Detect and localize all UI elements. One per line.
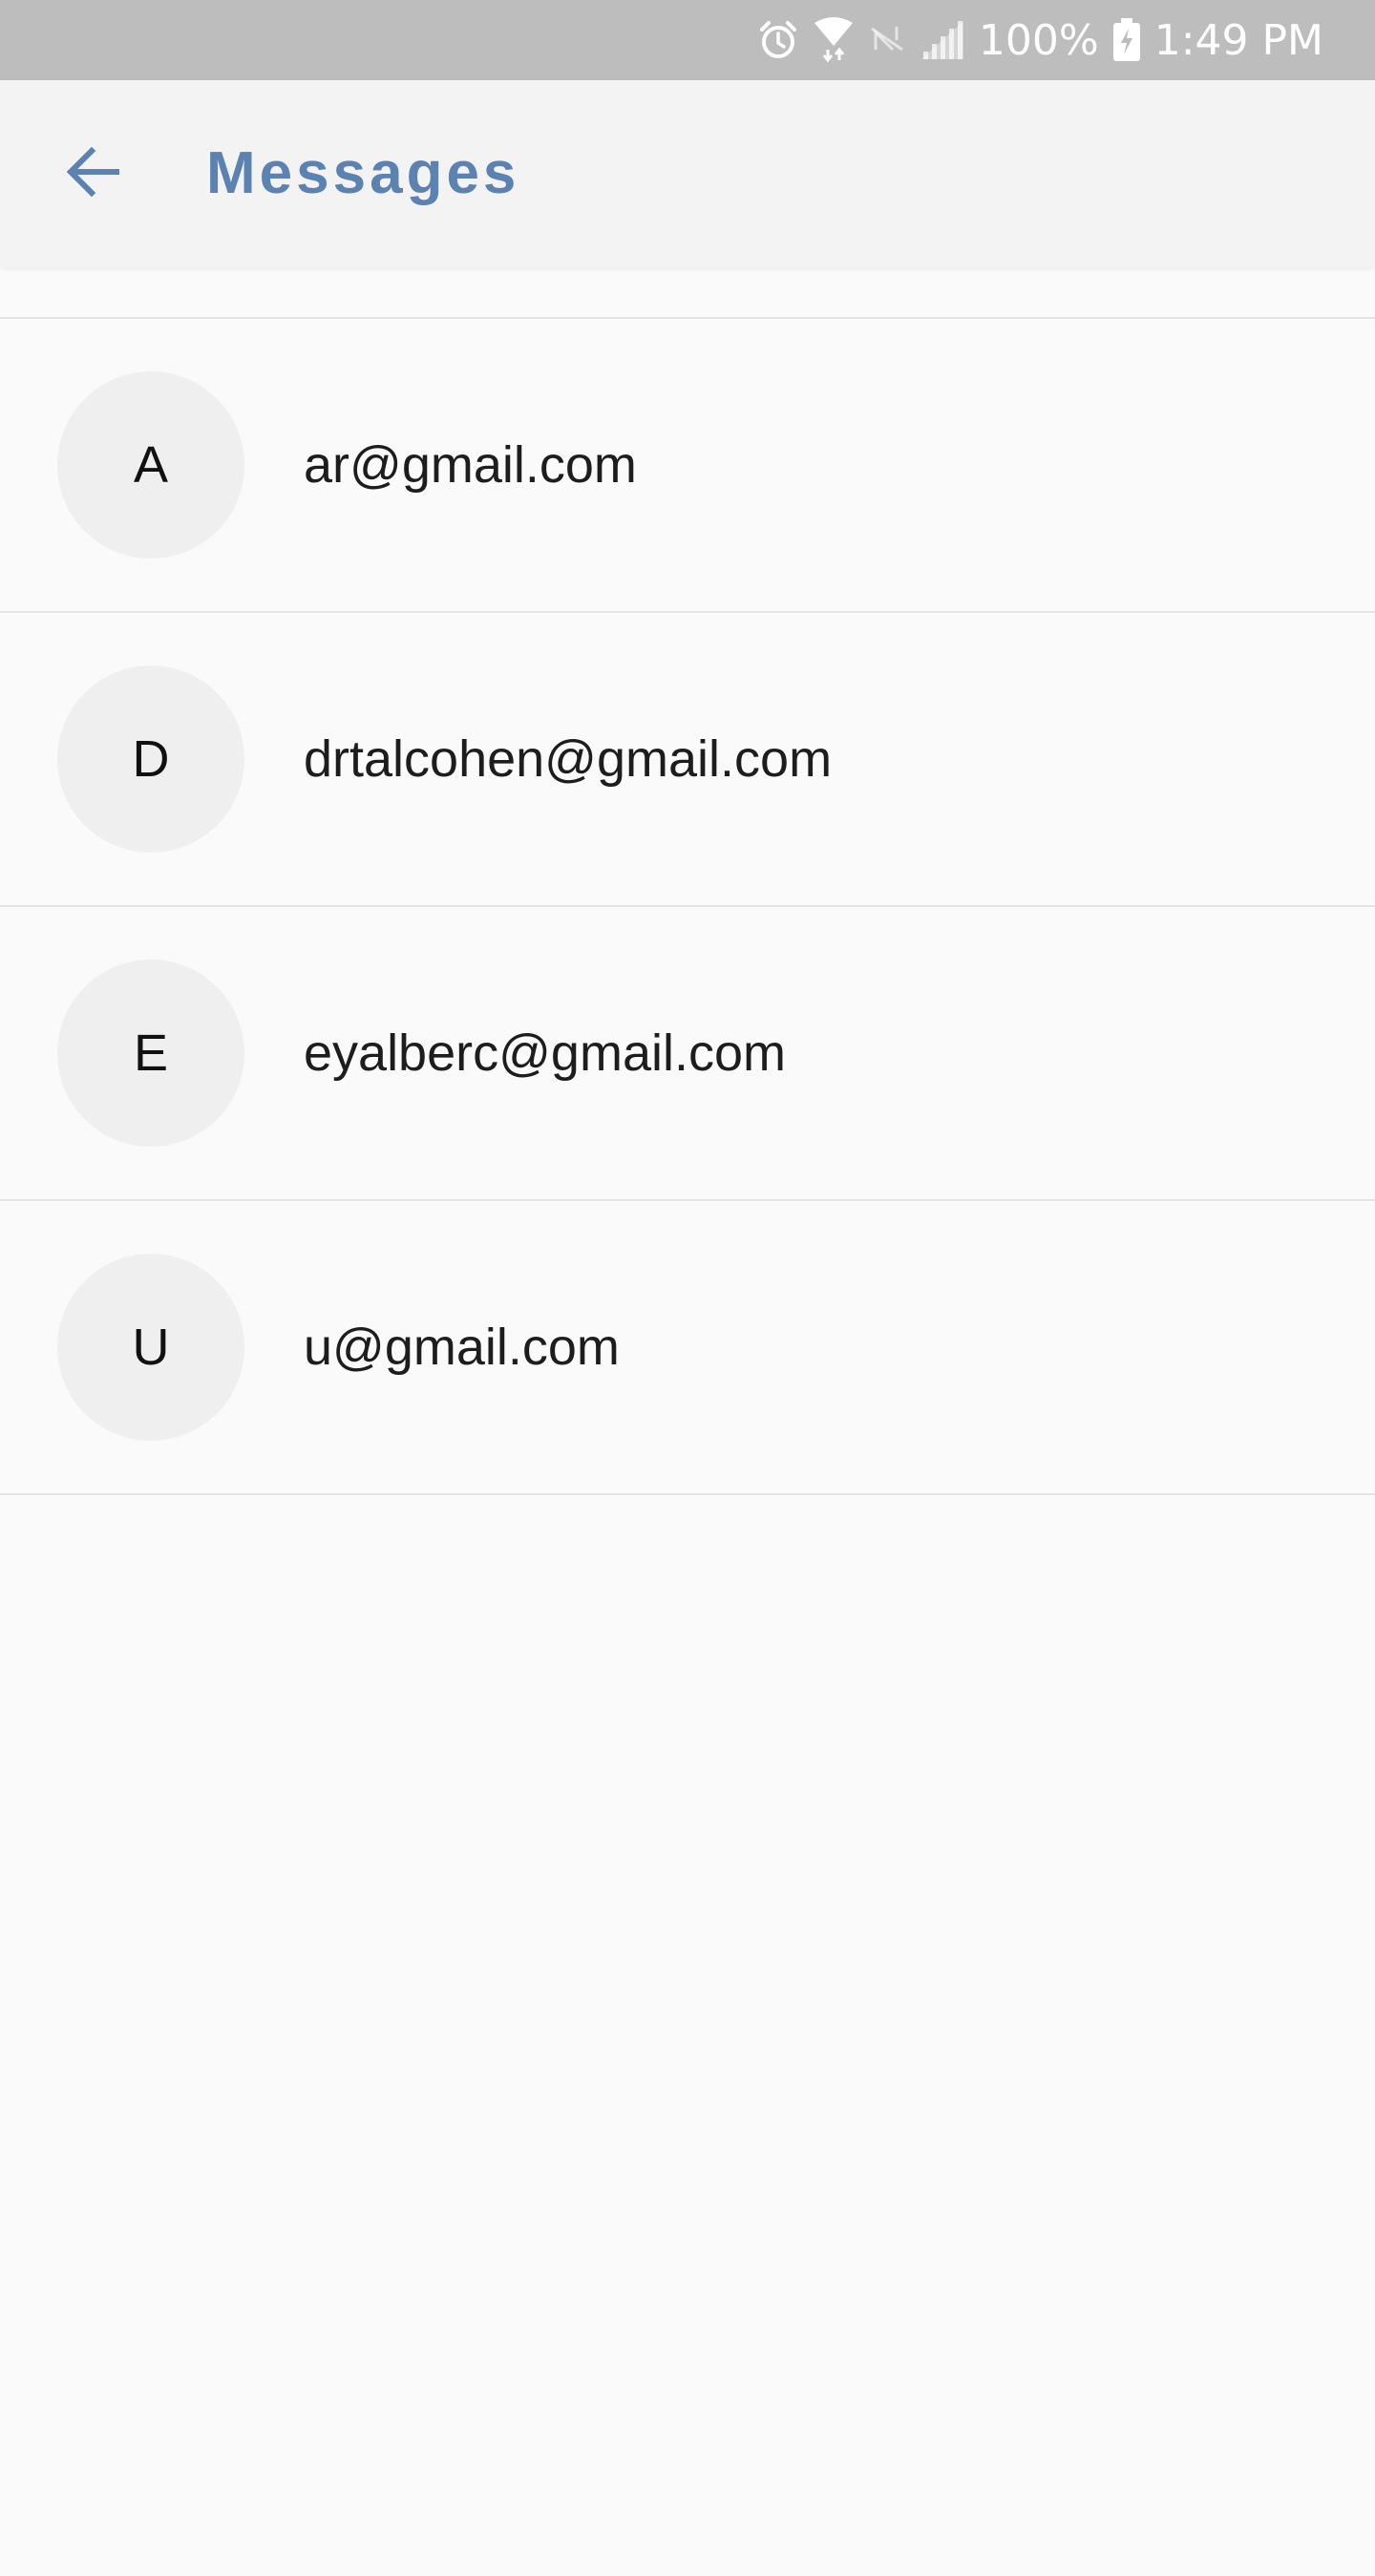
avatar: E	[57, 960, 244, 1147]
no-signal-icon	[868, 21, 906, 59]
conversation-email: u@gmail.com	[304, 1319, 620, 1376]
page-title: Messages	[206, 140, 520, 206]
conversation-email: drtalcohen@gmail.com	[304, 730, 833, 788]
wifi-icon	[813, 17, 855, 63]
list-item[interactable]: A ar@gmail.com	[0, 319, 1375, 613]
avatar: A	[57, 371, 244, 559]
status-icons: 100% 1:49 PM	[757, 0, 1323, 80]
conversation-list: A ar@gmail.com D drtalcohen@gmail.com E …	[0, 267, 1375, 1495]
battery-percent: 100%	[978, 15, 1099, 65]
status-bar: 100% 1:49 PM	[0, 0, 1375, 80]
avatar: U	[57, 1254, 244, 1441]
conversation-email: ar@gmail.com	[304, 436, 637, 494]
app-bar: Messages	[0, 80, 1375, 267]
alarm-icon	[757, 19, 799, 61]
list-item[interactable]: E eyalberc@gmail.com	[0, 907, 1375, 1201]
avatar: D	[57, 665, 244, 853]
list-item[interactable]: D drtalcohen@gmail.com	[0, 613, 1375, 907]
list-divider	[0, 267, 1375, 319]
clock: 1:49 PM	[1153, 15, 1323, 65]
arrow-left-icon	[63, 141, 124, 207]
cell-signal-icon	[920, 19, 965, 61]
back-button[interactable]	[48, 128, 139, 220]
list-item[interactable]: U u@gmail.com	[0, 1201, 1375, 1495]
battery-charging-icon	[1112, 18, 1141, 62]
conversation-email: eyalberc@gmail.com	[304, 1024, 786, 1082]
